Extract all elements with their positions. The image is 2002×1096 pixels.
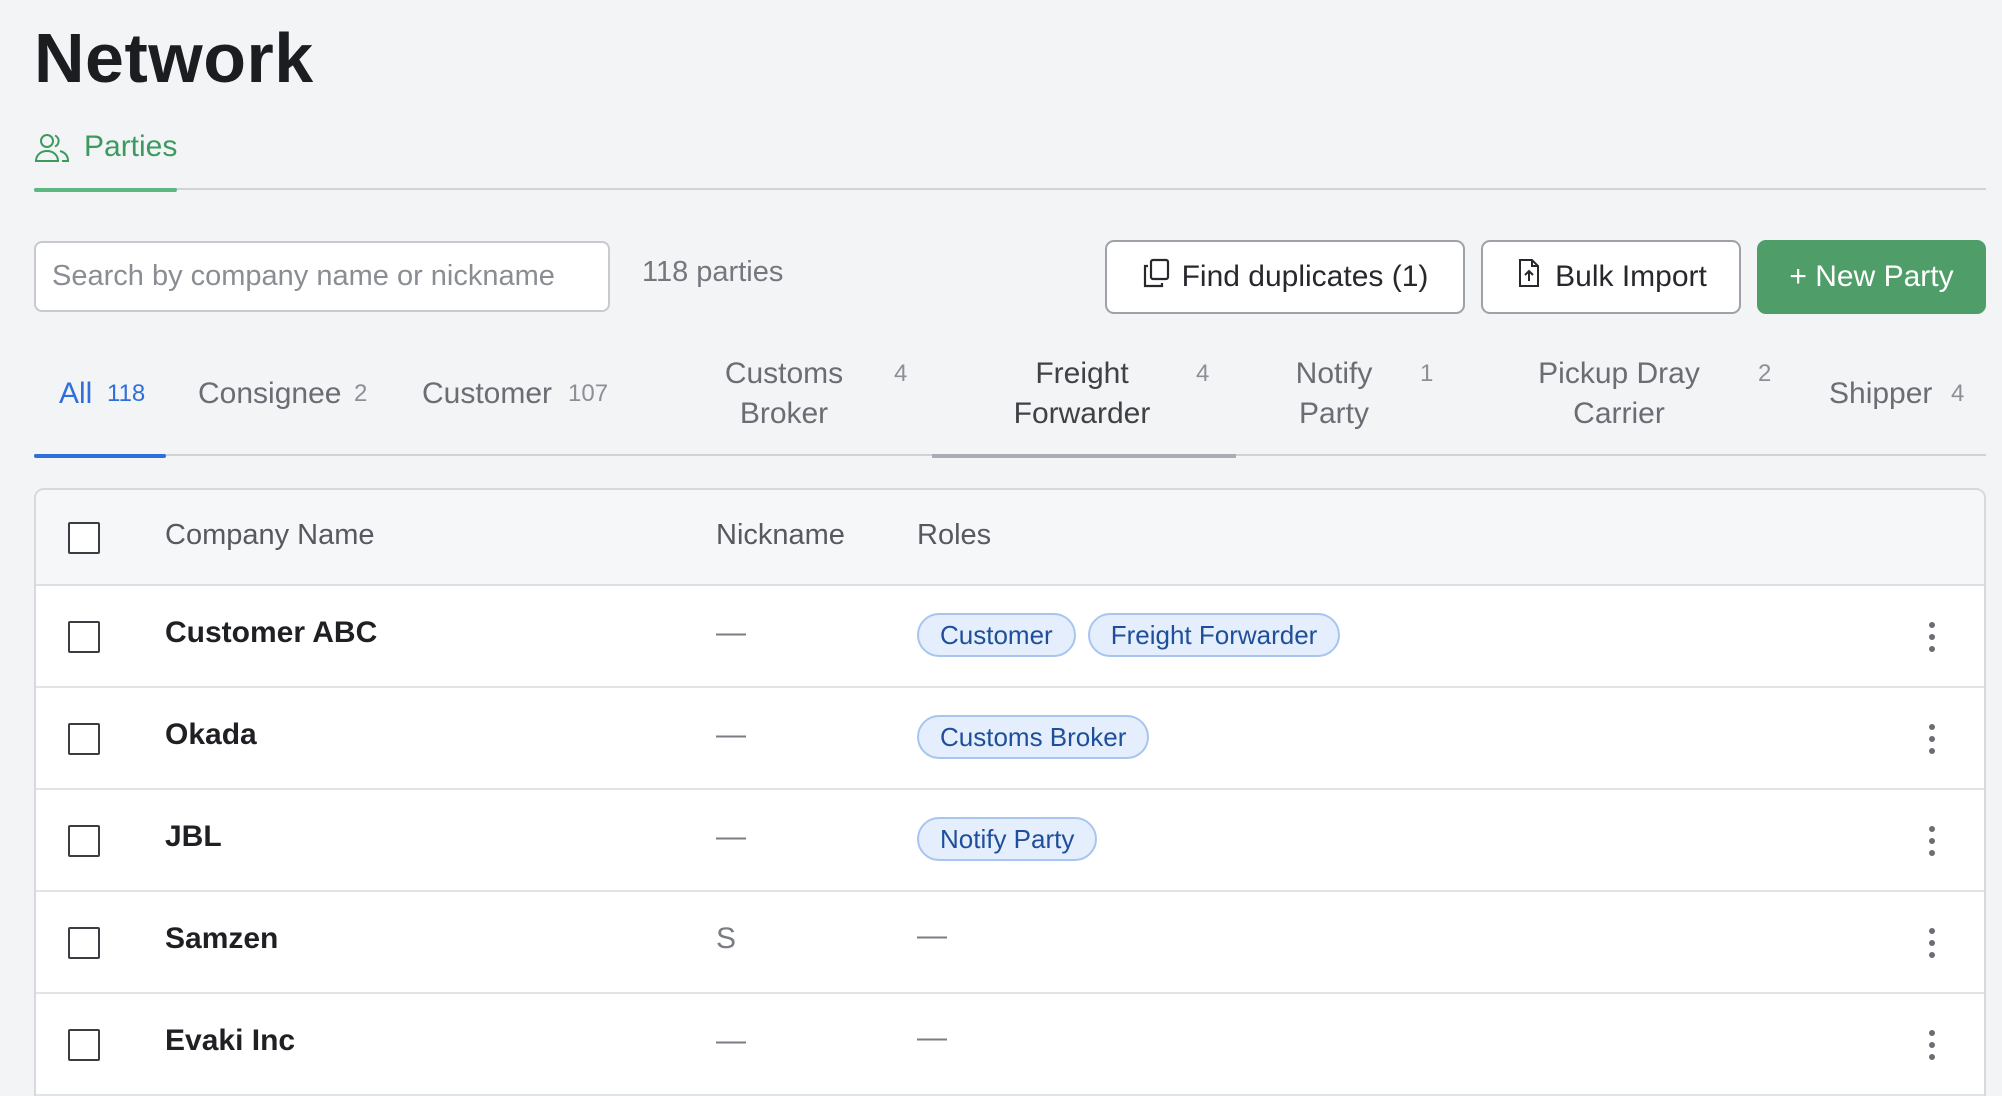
role-chip: Notify Party xyxy=(917,817,1098,861)
column-header-nickname[interactable]: Nickname xyxy=(716,519,845,552)
roles-cell: Customs Broker xyxy=(917,715,1150,759)
nickname: S xyxy=(716,922,737,955)
tab-pickup-dray-carrier[interactable]: Pickup Dray Carrier 2 xyxy=(1534,350,1784,456)
tab-label-line1: Freight xyxy=(1035,357,1129,390)
roles-cell: Notify Party xyxy=(917,817,1098,861)
nickname: — xyxy=(716,718,746,751)
table-row[interactable]: Samzen S — xyxy=(36,892,1984,994)
tab-label: Notify Party xyxy=(1284,354,1384,434)
tab-label-line2: Broker xyxy=(739,397,829,430)
parties-table: Company Name Nickname Roles Customer ABC… xyxy=(34,488,1986,1096)
company-name[interactable]: Samzen xyxy=(165,922,278,956)
tab-label: Customs Broker xyxy=(704,354,864,434)
tab-count: 118 xyxy=(107,380,146,407)
more-options-icon[interactable] xyxy=(1922,823,1942,859)
tab-label: Pickup Dray Carrier xyxy=(1534,354,1704,434)
tab-notify-party[interactable]: Notify Party 1 xyxy=(1284,350,1484,456)
roles-cell: — xyxy=(917,1021,947,1055)
more-options-icon[interactable] xyxy=(1922,1027,1942,1063)
tab-customer[interactable]: Customer 107 xyxy=(422,350,622,456)
find-duplicates-label: Find duplicates (1) xyxy=(1181,260,1429,293)
table-row[interactable]: Okada — Customs Broker xyxy=(36,688,1984,790)
table-row[interactable]: JBL — Notify Party xyxy=(36,790,1984,892)
role-chip: Freight Forwarder xyxy=(1087,613,1341,657)
roles-cell: Customer Freight Forwarder xyxy=(917,613,1341,657)
bulk-import-button[interactable]: Bulk Import xyxy=(1481,240,1741,314)
row-checkbox[interactable] xyxy=(68,1029,100,1061)
copy-icon xyxy=(1142,258,1170,296)
more-options-icon[interactable] xyxy=(1922,721,1942,757)
party-count: 118 parties xyxy=(642,256,784,288)
table-row[interactable]: Evaki Inc — — xyxy=(36,994,1984,1096)
tab-count: 2 xyxy=(1758,360,1772,387)
company-name[interactable]: Okada xyxy=(165,718,257,752)
section-tabs: Parties xyxy=(34,126,1986,192)
tab-count: 1 xyxy=(1420,360,1434,387)
new-party-button[interactable]: + New Party xyxy=(1757,240,1986,314)
company-name[interactable]: Evaki Inc xyxy=(165,1024,295,1058)
tab-count: 2 xyxy=(354,380,368,407)
tab-label-line1: Pickup Dray xyxy=(1538,357,1700,390)
tab-label: All xyxy=(59,377,93,410)
tab-label-line1: Notify xyxy=(1295,357,1373,390)
bulk-import-label: Bulk Import xyxy=(1555,260,1707,293)
tab-label-line2: Forwarder xyxy=(1013,397,1151,430)
column-header-company[interactable]: Company Name xyxy=(165,519,375,552)
roles-empty: — xyxy=(917,1021,947,1054)
tab-label-line2: Carrier xyxy=(1573,397,1665,430)
nickname: — xyxy=(716,820,746,853)
tab-count: 107 xyxy=(568,380,609,407)
search-input[interactable] xyxy=(34,241,610,312)
roles-cell: — xyxy=(917,919,947,953)
new-party-label: + New Party xyxy=(1789,260,1954,293)
tab-parties[interactable]: Parties xyxy=(34,126,178,192)
tab-label: Consignee xyxy=(198,377,342,410)
tab-customs-broker[interactable]: Customs Broker 4 xyxy=(704,350,934,456)
tab-consignee[interactable]: Consignee 2 xyxy=(198,350,388,456)
tab-count: 4 xyxy=(1951,380,1965,407)
row-checkbox[interactable] xyxy=(68,723,100,755)
row-checkbox[interactable] xyxy=(68,621,100,653)
tab-parties-label: Parties xyxy=(84,130,178,163)
find-duplicates-button[interactable]: Find duplicates (1) xyxy=(1105,240,1465,314)
company-name[interactable]: Customer ABC xyxy=(165,616,377,650)
row-checkbox[interactable] xyxy=(68,927,100,959)
tab-all[interactable]: All 118 xyxy=(34,350,166,458)
roles-empty: — xyxy=(917,919,947,952)
tab-count: 4 xyxy=(1196,360,1210,387)
company-name[interactable]: JBL xyxy=(165,820,222,854)
page: Network Parties 118 parties Find duplica… xyxy=(0,0,2002,1096)
row-checkbox[interactable] xyxy=(68,825,100,857)
tab-label-line1: Customs xyxy=(724,357,844,390)
users-icon xyxy=(34,130,70,172)
tab-label: Freight Forwarder xyxy=(992,354,1172,434)
column-header-roles[interactable]: Roles xyxy=(917,519,991,552)
table-header: Company Name Nickname Roles xyxy=(36,490,1984,586)
select-all-checkbox[interactable] xyxy=(68,522,100,554)
more-options-icon[interactable] xyxy=(1922,619,1942,655)
page-title: Network xyxy=(34,19,314,97)
tab-label-line2: Party xyxy=(1298,397,1370,430)
tab-freight-forwarder[interactable]: Freight Forwarder 4 xyxy=(932,350,1236,458)
role-chip: Customs Broker xyxy=(917,715,1150,759)
tab-label: Shipper xyxy=(1829,377,1933,410)
nickname: — xyxy=(716,1024,746,1057)
tab-count: 4 xyxy=(894,360,908,387)
role-filter-tabs: All 118 Consignee 2 Customer 107 Customs… xyxy=(34,350,1986,458)
tab-label: Customer xyxy=(422,377,553,410)
tab-shipper[interactable]: Shipper 4 xyxy=(1829,350,1999,456)
file-upload-icon xyxy=(1515,258,1543,296)
table-row[interactable]: Customer ABC — Customer Freight Forwarder xyxy=(36,586,1984,688)
role-chip: Customer xyxy=(917,613,1076,657)
more-options-icon[interactable] xyxy=(1922,925,1942,961)
nickname: — xyxy=(716,616,746,649)
